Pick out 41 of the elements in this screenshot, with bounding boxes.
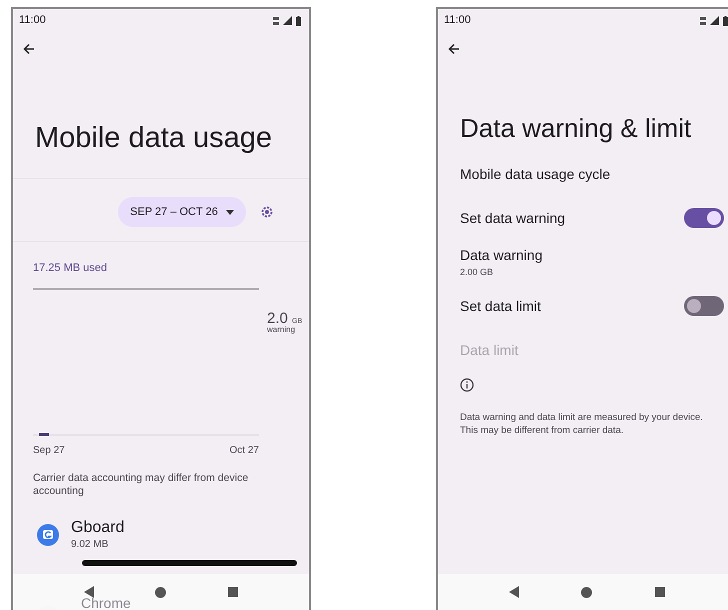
- usage-mark: [39, 432, 49, 436]
- status-time: 11:00: [19, 13, 46, 28]
- recents-icon[interactable]: [654, 587, 665, 597]
- network-icon: [273, 16, 279, 24]
- keyboard-app-icon: [37, 524, 59, 546]
- caret-icon: [226, 210, 234, 215]
- battery-icon: [723, 16, 728, 26]
- back-icon[interactable]: [23, 43, 35, 55]
- axis-label: Oct 27: [230, 444, 259, 458]
- toggle-switch[interactable]: [684, 296, 724, 316]
- disclaimer-text: Carrier data accounting may differ from device accounting: [33, 472, 250, 500]
- status-time: 11:00: [444, 13, 471, 28]
- info-icon: [460, 378, 474, 392]
- setting-label: Set data limit: [460, 296, 541, 316]
- page-title: Mobile data usage: [35, 121, 273, 156]
- signal-icon: [283, 16, 292, 25]
- home-icon[interactable]: [581, 586, 592, 598]
- axis-label: Sep 27: [33, 444, 65, 458]
- setting-label[interactable]: Data warning: [460, 244, 542, 266]
- settings-icon[interactable]: [260, 205, 274, 220]
- back-icon[interactable]: [84, 586, 94, 598]
- app-usage: 9.02 MB: [71, 538, 110, 552]
- app-row[interactable]: Gboard 9.02 MB: [37, 519, 309, 552]
- setting-label: Set data warning: [460, 208, 566, 228]
- back-icon[interactable]: [509, 586, 520, 598]
- network-icon: [700, 16, 706, 24]
- app-name: Chrome: [81, 596, 131, 610]
- signal-icon: [710, 16, 719, 25]
- toggle-switch[interactable]: [684, 208, 724, 228]
- battery-icon: [296, 16, 301, 26]
- recents-icon[interactable]: [228, 587, 238, 597]
- setting-label[interactable]: Mobile data usage cycle: [460, 164, 610, 185]
- app-name: Gboard: [71, 519, 124, 537]
- usage-total: 17.25 MB used: [33, 261, 108, 276]
- setting-value: 2.00 GB: [460, 266, 494, 279]
- home-icon[interactable]: [155, 586, 166, 598]
- warning-label: warning: [267, 326, 296, 334]
- page-title: Data warning & limit: [460, 113, 692, 144]
- info-text: Data warning and data limit are measured by your device. This may be different from carrier data.: [460, 412, 704, 437]
- back-icon[interactable]: [448, 43, 460, 55]
- cycle-dropdown[interactable]: SEP 27 – OCT 26: [118, 196, 246, 228]
